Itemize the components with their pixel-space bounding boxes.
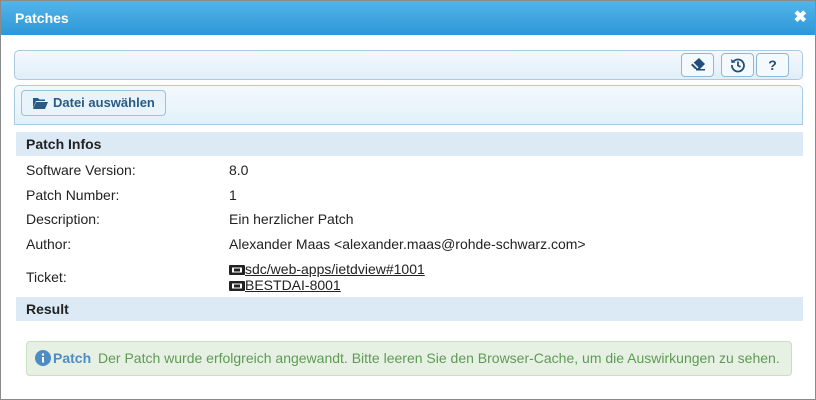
ticket-link-row: BESTDAI-8001: [229, 277, 341, 293]
patches-dialog: Patches ✖ ? Datei auswählen Patch Infos …: [0, 0, 816, 400]
patch-infos-heading: Patch Infos: [26, 136, 102, 152]
description-label: Description:: [26, 211, 100, 227]
choose-file-button[interactable]: Datei auswählen: [21, 90, 166, 116]
toolbar: ?: [14, 50, 803, 80]
alert-label: Patch: [53, 350, 92, 366]
clear-button[interactable]: [681, 53, 714, 77]
help-button[interactable]: ?: [756, 53, 789, 77]
history-icon: [730, 58, 745, 73]
history-button[interactable]: [721, 53, 754, 77]
help-icon: ?: [768, 57, 777, 73]
patch-infos-header: Patch Infos: [16, 132, 803, 156]
info-icon: [35, 350, 51, 366]
success-alert: Patch Der Patch wurde erfolgreich angewa…: [26, 341, 792, 376]
dialog-titlebar[interactable]: Patches ✖: [1, 1, 815, 35]
software-version-value: 8.0: [229, 162, 249, 178]
ticket-link-row: sdc/web-apps/ietdview#1001: [229, 261, 425, 277]
close-icon[interactable]: ✖: [794, 7, 807, 27]
patch-number-value: 1: [229, 187, 237, 203]
ticket-icon: [229, 265, 245, 275]
ticket-link[interactable]: BESTDAI-8001: [245, 277, 341, 293]
eraser-icon: [690, 58, 705, 71]
description-value: Ein herzlicher Patch: [229, 211, 354, 227]
file-bar: Datei auswählen: [14, 85, 803, 125]
author-value: Alexander Maas <alexander.maas@rohde-sch…: [229, 236, 586, 252]
ticket-link[interactable]: sdc/web-apps/ietdview#1001: [245, 261, 425, 277]
alert-message: Der Patch wurde erfolgreich angewandt. B…: [98, 350, 780, 366]
folder-open-icon: [33, 98, 48, 109]
ticket-label: Ticket:: [26, 269, 67, 285]
result-heading: Result: [26, 301, 69, 317]
choose-file-label: Datei auswählen: [53, 95, 155, 110]
author-label: Author:: [26, 236, 72, 252]
ticket-icon: [229, 281, 245, 291]
dialog-title: Patches: [15, 10, 69, 26]
result-header: Result: [16, 297, 803, 321]
patch-number-label: Patch Number:: [26, 187, 120, 203]
software-version-label: Software Version:: [26, 162, 136, 178]
